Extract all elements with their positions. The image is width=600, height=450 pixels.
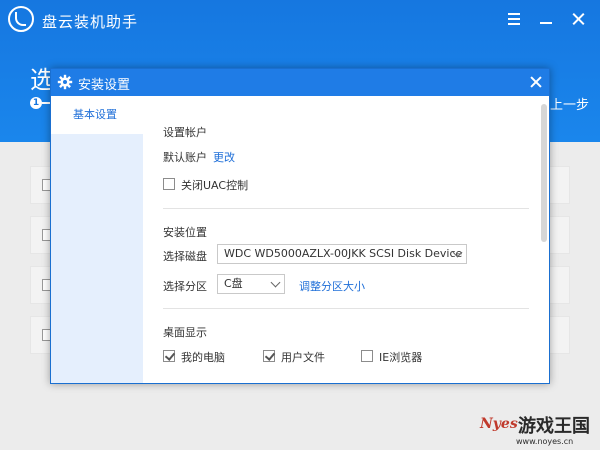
install-settings-dialog: 安装设置 基本设置 设置帐户 默认账户 更改 关闭UAC控制 安装位置 选择磁盘… [50,68,550,384]
partition-select[interactable]: C盘 [217,274,285,294]
account-section-title: 设置帐户 [163,126,207,139]
user-files-label: 用户文件 [281,351,325,364]
my-computer-checkbox[interactable] [163,350,175,362]
disk-select[interactable]: WDC WD5000AZLX-00JKK SCSI Disk Device [217,244,467,264]
app-logo-icon [8,6,34,32]
partition-label: 选择分区 [163,280,207,293]
watermark-url: www.noyes.cn [516,437,574,446]
app-titlebar: 盘云装机助手 [0,0,600,40]
settings-sidebar: 基本设置 [51,96,143,383]
dialog-title: 安装设置 [78,78,131,93]
user-files-checkbox[interactable] [263,350,275,362]
minimize-icon[interactable] [536,9,556,29]
settings-content: 设置帐户 默认账户 更改 关闭UAC控制 安装位置 选择磁盘 WDC WD500… [143,96,549,383]
close-window-icon[interactable] [568,9,588,29]
sidebar-item-basic-settings[interactable]: 基本设置 [51,96,143,134]
chevron-down-icon [270,277,281,288]
dialog-titlebar: 安装设置 [51,69,549,96]
ie-browser-label: IE浏览器 [379,351,423,364]
disk-label: 选择磁盘 [163,250,207,263]
disable-uac-checkbox[interactable] [163,178,175,190]
gear-icon [57,74,73,90]
watermark: Nyes 游戏王国 www.noyes.cn [476,410,600,450]
watermark-text: 游戏王国 [518,416,590,437]
watermark-logo: Nyes [480,416,518,432]
section-divider [163,208,529,209]
previous-step-button[interactable]: 上一步 [550,94,589,113]
install-location-section-title: 安装位置 [163,226,207,239]
disable-uac-label: 关闭UAC控制 [181,179,249,192]
change-account-link[interactable]: 更改 [213,149,235,165]
my-computer-label: 我的电脑 [181,351,225,364]
ie-browser-checkbox[interactable] [361,350,373,362]
scrollbar-thumb[interactable] [541,104,547,242]
default-account-label: 默认账户 [163,151,207,164]
app-title: 盘云装机助手 [42,13,139,31]
partition-select-value: C盘 [224,277,243,290]
resize-partition-link[interactable]: 调整分区大小 [299,278,365,294]
disk-select-value: WDC WD5000AZLX-00JKK SCSI Disk Device [224,247,463,260]
settings-scrollbar[interactable] [539,96,549,383]
close-icon[interactable] [528,74,544,90]
desktop-section-title: 桌面显示 [163,326,207,339]
section-divider [163,308,529,309]
step-indicator: 1 [30,97,42,109]
menu-icon[interactable] [504,9,524,29]
